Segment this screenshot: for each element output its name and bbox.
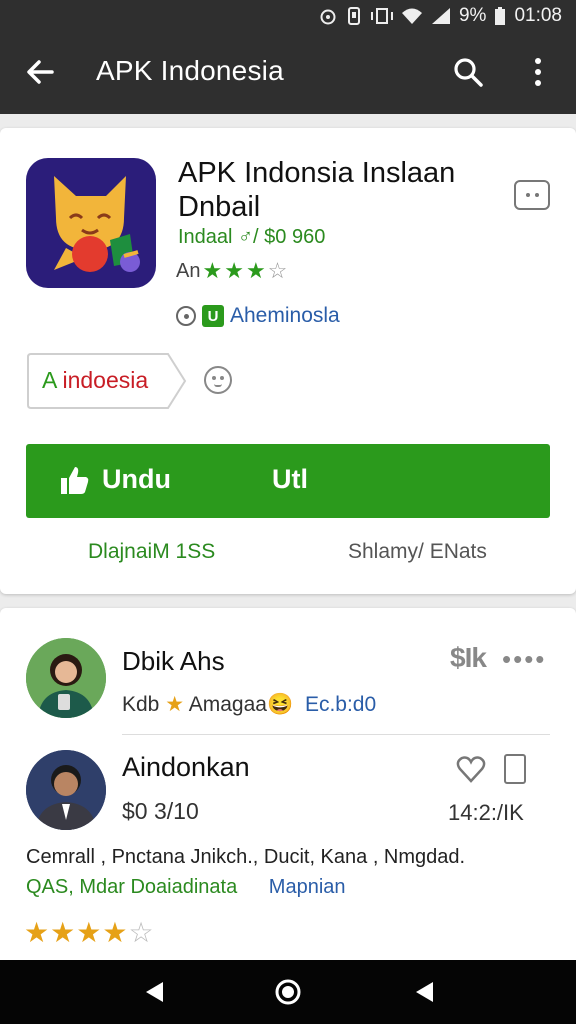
developer-name: Aheminosla [230, 304, 340, 327]
alarm-icon [320, 9, 336, 25]
nav-home-button[interactable] [272, 976, 304, 1008]
reviewer-name: Dbik Ahs [122, 646, 225, 676]
star-icon: ★ [245, 258, 266, 283]
region-tag-label: A indoesia [42, 367, 149, 393]
install-label-secondary: Utl [272, 464, 308, 494]
app-icon[interactable] [26, 158, 156, 288]
signal-icon [431, 8, 450, 24]
region-tag[interactable]: A indoesia [26, 352, 188, 410]
emoji-icon: 😆 [266, 693, 294, 716]
star-icon: ★ [24, 917, 51, 948]
man-avatar-icon [26, 750, 106, 830]
rating-prefix: An [176, 259, 201, 282]
system-nav-bar [0, 960, 576, 1024]
reviewer-name: Aindonkan [122, 752, 250, 782]
wifi-icon [401, 8, 422, 24]
developer-line[interactable]: U Aheminosla [176, 304, 340, 328]
clock: 01:08 [514, 5, 562, 26]
more-horizontal-icon[interactable]: •••• [502, 644, 546, 675]
review-price: $0 3/10 [122, 798, 199, 824]
battery-icon [495, 7, 506, 25]
divider [122, 734, 550, 735]
back-button[interactable] [20, 52, 60, 92]
arrow-left-icon [27, 60, 54, 84]
star-icon: ★ [76, 917, 103, 948]
app-rating: An ★ ★ ★ ☆ [176, 258, 287, 284]
overflow-menu-button[interactable] [518, 52, 558, 92]
status-icons: 9% 01:08 [319, 5, 562, 27]
page-title: APK Indonesia [96, 55, 284, 86]
star-icon: ★ [165, 693, 185, 716]
thumbs-up-icon [61, 467, 89, 494]
reviews-card: Dbik Ahs Kdb ★ Amagaa😆 Ec.b:d0 $Ik •••• … [0, 608, 576, 968]
heart-icon[interactable] [456, 754, 486, 784]
cat-mascot-icon [54, 176, 140, 272]
woman-avatar-icon [26, 638, 106, 718]
star-half-icon: ★ [102, 917, 129, 948]
star-icon: ★ [50, 917, 77, 948]
rotate-icon [370, 8, 393, 24]
reviewer-meta: Kdb ★ Amagaa😆 Ec.b:d0 [122, 693, 377, 716]
star-icon: ★ [224, 258, 244, 283]
review-tags: Cemrall , Pnctana Jnikch., Ducit, Kana ,… [26, 846, 466, 868]
review-tags-secondary: QAS, Mdar Doaiadinata Mapnian [26, 876, 346, 898]
nav-back-button[interactable] [138, 976, 170, 1008]
star-outline-icon: ☆ [128, 917, 155, 948]
install-button[interactable]: Undu Utl [26, 444, 550, 518]
chat-icon-dot [534, 193, 539, 197]
star-icon: ★ [202, 258, 223, 283]
app-detail-card: APK Indonsia Inslaan Dnbail Indaal ♂/ $0… [0, 128, 576, 594]
vibrate-icon [347, 7, 360, 25]
home-circle-icon [275, 979, 301, 1005]
status-bar: 9% 01:08 [0, 0, 576, 32]
share-meta[interactable]: Shlamy/ ENats [348, 540, 487, 564]
search-button[interactable] [448, 52, 488, 92]
reviewer-link[interactable]: Ec.b:d0 [305, 693, 376, 716]
more-vertical-icon [535, 58, 541, 86]
battery-percent: 9% [458, 5, 487, 26]
app-bar: APK Indonesia [0, 32, 576, 114]
install-label: Undu [102, 464, 171, 494]
downloads-meta[interactable]: DlajnaiM 1SS [88, 540, 215, 564]
phone-icon[interactable] [504, 754, 526, 784]
chat-icon-dot [525, 193, 530, 197]
price-line: Indaal ♂/ $0 960 [178, 226, 326, 248]
info-circle-icon [176, 306, 196, 326]
star-outline-icon: ☆ [267, 258, 288, 283]
triangle-back-icon [146, 982, 163, 1002]
avatar[interactable] [26, 750, 106, 830]
triangle-left-icon [416, 982, 433, 1002]
verified-badge-icon: U [202, 305, 224, 327]
nav-recents-button[interactable] [408, 976, 440, 1008]
search-icon [454, 58, 483, 87]
reviewer-code: $Ik [450, 642, 487, 673]
face-icon[interactable] [204, 366, 232, 394]
avatar[interactable] [26, 638, 106, 718]
review-count: 14:2:/IK [448, 800, 524, 825]
review-stars: ★★★★☆ [24, 916, 155, 949]
app-title: APK Indonsia Inslaan Dnbail [178, 157, 456, 223]
chat-button[interactable] [514, 180, 550, 210]
